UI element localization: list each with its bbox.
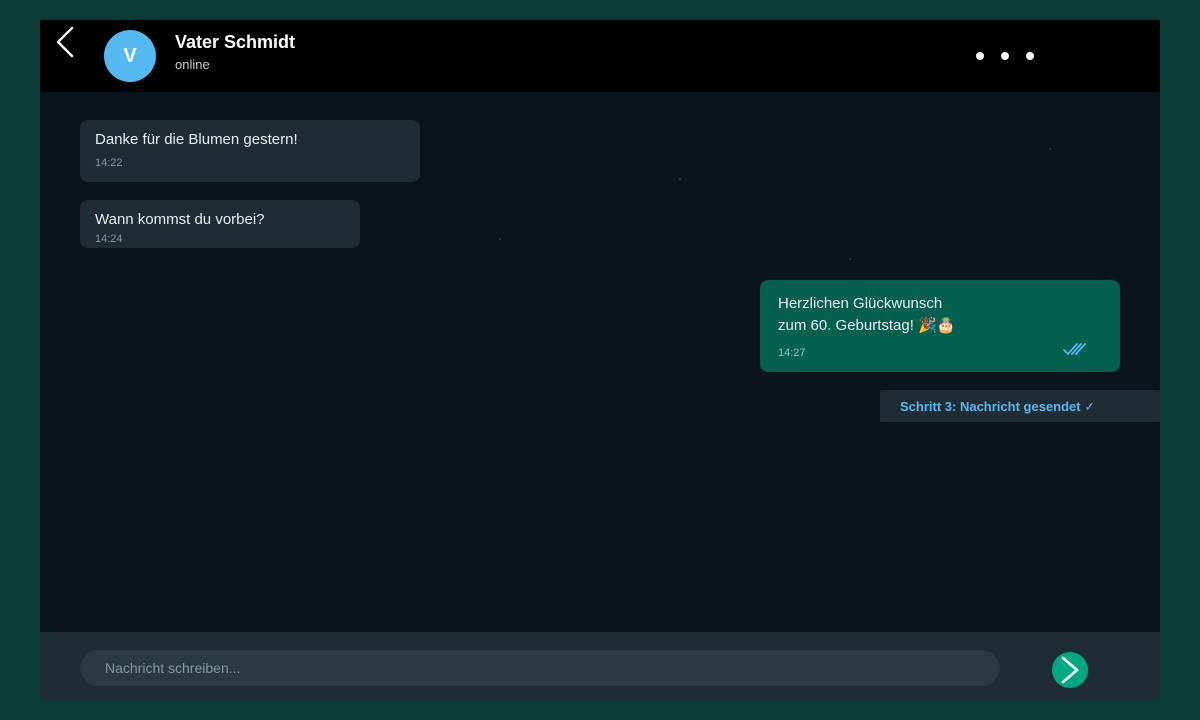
back-button[interactable] <box>52 24 80 64</box>
message-text-line: zum 60. Geburtstag! 🎉🎂 <box>778 317 956 334</box>
step-status-badge: Schritt 3: Nachricht gesendet ✓ <box>880 390 1160 422</box>
send-arrow-icon <box>1061 656 1079 684</box>
message-text: Danke für die Blumen gestern! <box>95 131 298 148</box>
message-input[interactable] <box>80 650 1000 686</box>
chat-header: V Vater Schmidt online <box>40 20 1160 92</box>
background-speck <box>1049 148 1051 150</box>
message-time: 14:22 <box>95 157 123 169</box>
message-bubble-incoming[interactable]: Danke für die Blumen gestern! 14:22 <box>80 120 420 182</box>
message-text-line: Herzlichen Glückwunsch <box>778 295 943 312</box>
chevron-left-icon <box>56 26 74 58</box>
background-speck <box>679 178 681 180</box>
message-time: 14:27 <box>778 347 806 359</box>
background-speck <box>849 258 851 260</box>
more-options-button[interactable] <box>968 44 1040 68</box>
double-check-icon <box>1063 343 1086 355</box>
composer-bar <box>40 632 1160 700</box>
chat-window: V Vater Schmidt online Danke für die Blu… <box>40 20 1160 700</box>
message-text: Wann kommst du vorbei? <box>95 211 265 228</box>
send-button[interactable] <box>1052 652 1088 688</box>
contact-status: online <box>175 57 210 72</box>
step-status-text: Schritt 3: Nachricht gesendet ✓ <box>900 399 1096 414</box>
avatar-initial: V <box>123 44 137 67</box>
message-time: 14:24 <box>95 233 123 245</box>
background-speck <box>499 238 501 240</box>
message-list[interactable]: Danke für die Blumen gestern! 14:22 Wann… <box>40 92 1160 632</box>
contact-name[interactable]: Vater Schmidt <box>175 32 295 53</box>
message-bubble-outgoing[interactable]: Herzlichen Glückwunsch zum 60. Geburtsta… <box>760 280 1120 372</box>
avatar[interactable]: V <box>104 30 156 82</box>
message-bubble-incoming[interactable]: Wann kommst du vorbei? 14:24 <box>80 200 360 248</box>
